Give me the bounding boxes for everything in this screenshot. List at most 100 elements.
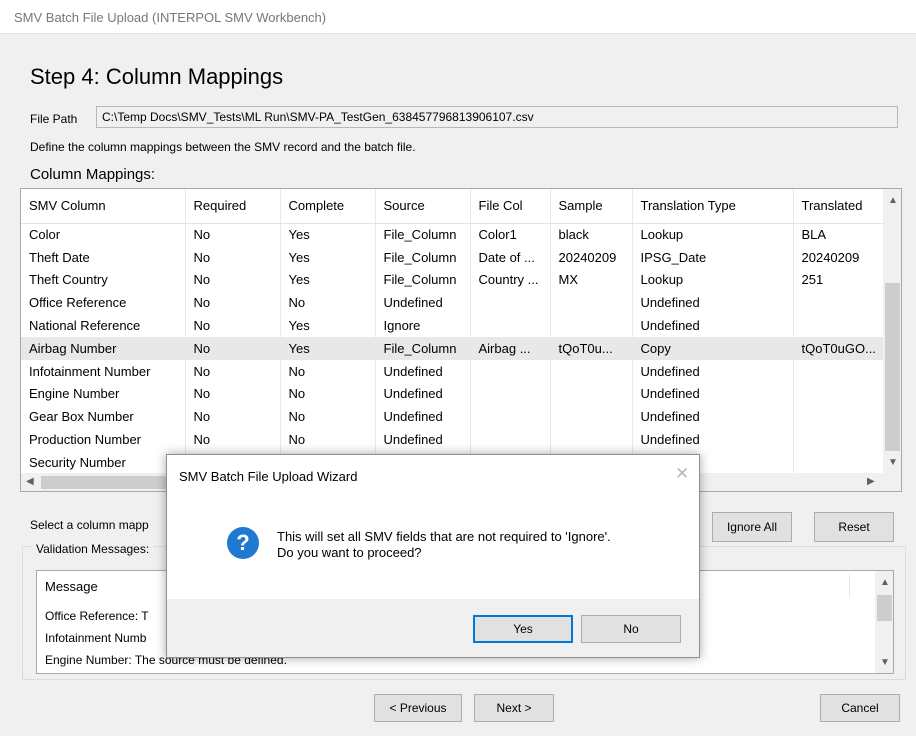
cell-file-col[interactable] [470,359,551,383]
cell-complete[interactable]: Yes [280,314,376,337]
cell-source[interactable]: File_Column [375,223,471,246]
next-button[interactable]: Next > [474,694,554,722]
cell-source[interactable]: Undefined [375,291,471,315]
cell-complete[interactable]: Yes [280,336,376,360]
cell-translated[interactable] [793,314,884,337]
cell-file-col[interactable] [470,291,551,315]
no-button[interactable]: No [581,615,681,643]
cell-smv-column[interactable]: Theft Date [21,245,186,269]
reset-button[interactable]: Reset [814,512,894,542]
column-header[interactable]: Sample [550,189,633,224]
cell-sample[interactable]: tQoT0u... [550,336,633,360]
cell-complete[interactable]: No [280,382,376,406]
table-row[interactable]: Gear Box Number No No Undefined Undefined [21,405,884,429]
table-row[interactable]: Airbag Number No Yes File_Column Airbag ... t… [21,336,884,360]
message-column-header[interactable]: Message [45,579,98,594]
column-header[interactable]: File Col [470,189,551,224]
cell-translated[interactable]: tQoT0uGO... [793,336,884,360]
ignore-all-button[interactable]: Ignore All [712,512,792,542]
cell-file-col[interactable]: Color1 [470,223,551,246]
cell-source[interactable]: File_Column [375,268,471,292]
cell-source[interactable]: Undefined [375,359,471,383]
cell-file-col[interactable] [470,428,551,451]
previous-button[interactable]: < Previous [374,694,462,722]
cell-file-col[interactable]: Country ... [470,268,551,292]
cell-complete[interactable]: No [280,405,376,429]
scroll-down-icon[interactable]: ▼ [880,657,890,668]
cell-translated[interactable]: 20240209 [793,245,884,269]
cell-translation-type[interactable]: Undefined [632,314,794,337]
cell-sample[interactable]: MX [550,268,633,292]
cell-required[interactable]: No [185,223,281,246]
cell-sample[interactable] [550,428,633,451]
cell-source[interactable]: Undefined [375,428,471,451]
cell-source[interactable]: File_Column [375,336,471,360]
cell-smv-column[interactable]: Office Reference [21,291,186,315]
cell-required[interactable]: No [185,336,281,360]
cell-source[interactable]: File_Column [375,245,471,269]
cell-translated[interactable] [793,428,884,451]
cell-smv-column[interactable]: Gear Box Number [21,405,186,429]
list-item[interactable]: Infotainment Numb [45,631,146,645]
cell-translated[interactable] [793,359,884,383]
cell-translated[interactable] [793,450,884,474]
cell-required[interactable]: No [185,382,281,406]
table-row[interactable]: National Reference No Yes Ignore Undefined [21,314,884,337]
cell-complete[interactable]: No [280,291,376,315]
scroll-right-icon[interactable]: ▶ [867,476,875,487]
grid-vertical-scrollbar[interactable]: ▲ ▼ [883,189,901,474]
table-row[interactable]: Infotainment Number No No Undefined Undefine… [21,359,884,383]
table-row[interactable]: Color No Yes File_Column Color1 black Lookup BL… [21,223,884,246]
cell-source[interactable]: Ignore [375,314,471,337]
cell-translation-type[interactable]: Undefined [632,405,794,429]
cell-translation-type[interactable]: Lookup [632,223,794,246]
list-item[interactable]: Office Reference: T [45,609,149,623]
column-header[interactable]: Complete [280,189,376,224]
scroll-up-icon[interactable]: ▲ [880,577,890,588]
cell-required[interactable]: No [185,428,281,451]
close-icon[interactable]: ✕ [675,464,689,484]
cell-translation-type[interactable]: IPSG_Date [632,245,794,269]
cell-required[interactable]: No [185,245,281,269]
table-row[interactable]: Production Number No No Undefined Undefined [21,428,884,451]
cell-file-col[interactable] [470,314,551,337]
column-mappings-grid[interactable]: SMV Column Required Complete Source File… [20,188,902,492]
cell-smv-column[interactable]: Theft Country [21,268,186,292]
cell-file-col[interactable] [470,382,551,406]
cell-sample[interactable] [550,382,633,406]
cell-smv-column[interactable]: Airbag Number [21,336,186,360]
cell-complete[interactable]: Yes [280,245,376,269]
cell-smv-column[interactable]: Engine Number [21,382,186,406]
cell-translation-type[interactable]: Undefined [632,382,794,406]
scroll-up-icon[interactable]: ▲ [888,195,898,206]
cell-required[interactable]: No [185,268,281,292]
column-header[interactable]: Source [375,189,471,224]
cancel-button[interactable]: Cancel [820,694,900,722]
cell-translated[interactable] [793,405,884,429]
yes-button[interactable]: Yes [473,615,573,643]
column-header[interactable]: Translated [793,189,884,224]
scroll-down-icon[interactable]: ▼ [888,457,898,468]
file-path-field[interactable]: C:\Temp Docs\SMV_Tests\ML Run\SMV-PA_Tes… [96,106,898,128]
cell-translated[interactable] [793,382,884,406]
cell-file-col[interactable]: Airbag ... [470,336,551,360]
cell-source[interactable]: Undefined [375,405,471,429]
cell-required[interactable]: No [185,314,281,337]
table-row[interactable]: Engine Number No No Undefined Undefined [21,382,884,406]
scroll-left-icon[interactable]: ◀ [26,476,34,487]
cell-required[interactable]: No [185,291,281,315]
column-header[interactable]: SMV Column [21,189,186,224]
cell-source[interactable]: Undefined [375,382,471,406]
table-row[interactable]: Theft Country No Yes File_Column Country ...… [21,268,884,292]
cell-translation-type[interactable]: Lookup [632,268,794,292]
cell-required[interactable]: No [185,405,281,429]
cell-complete[interactable]: Yes [280,268,376,292]
cell-required[interactable]: No [185,359,281,383]
cell-file-col[interactable]: Date of ... [470,245,551,269]
cell-translated[interactable]: 251 [793,268,884,292]
cell-translation-type[interactable]: Copy [632,336,794,360]
scroll-thumb[interactable] [877,595,892,621]
cell-complete[interactable]: Yes [280,223,376,246]
cell-sample[interactable] [550,359,633,383]
cell-complete[interactable]: No [280,428,376,451]
